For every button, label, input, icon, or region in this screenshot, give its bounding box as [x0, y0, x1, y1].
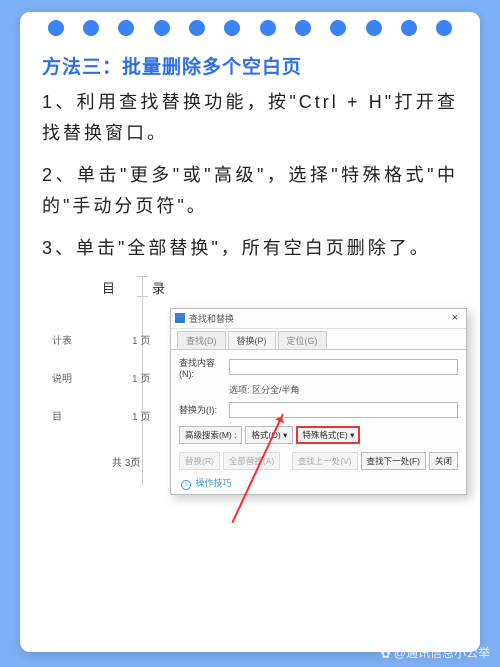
toc-row: 目1 页: [52, 408, 150, 423]
find-label: 查找内容(N):: [179, 356, 229, 379]
find-replace-dialog: 查找和替换 × 查找(D) 替换(P) 定位(G) 查找内容(N): 选项: 区…: [170, 308, 467, 495]
hint-text[interactable]: 操作技巧: [196, 478, 232, 488]
step-3: 3、单击"全部替换"，所有空白页删除了。: [42, 233, 458, 264]
document-preview: 目 录 计表1 页 说明1 页 目1 页 共 3页 查找和替换 × 查找(D): [42, 276, 458, 526]
watermark: ✿@通讯信息小公举: [381, 644, 490, 661]
info-icon: i: [181, 480, 191, 490]
paw-icon: ✿: [381, 647, 391, 661]
find-input[interactable]: [229, 359, 458, 375]
step-1: 1、利用查找替换功能，按"Ctrl + H"打开查找替换窗口。: [42, 87, 458, 148]
section-title: 方法三：批量删除多个空白页: [42, 52, 458, 79]
replace-button[interactable]: 替换(R): [179, 452, 220, 470]
options-value: 区分全/半角: [252, 385, 300, 395]
dialog-title: 查找和替换: [189, 312, 234, 325]
dialog-icon: [175, 313, 185, 323]
replace-all-button[interactable]: 全部替换(A): [223, 452, 280, 470]
tab-replace[interactable]: 替换(P): [228, 331, 276, 349]
find-prev-button[interactable]: 查找上一处(V): [292, 452, 358, 470]
toc-heading: 目 录: [102, 278, 177, 297]
close-icon[interactable]: ×: [448, 312, 462, 324]
dialog-tabs: 查找(D) 替换(P) 定位(G): [171, 329, 466, 349]
special-format-button[interactable]: 特殊格式(E) ▾: [296, 426, 360, 444]
options-label: 选项:: [229, 385, 250, 395]
replace-input[interactable]: [229, 402, 458, 418]
advanced-search-button[interactable]: 高级搜索(M) :: [179, 426, 242, 444]
step-2: 2、单击"更多"或"高级"，选择"特殊格式"中的"手动分页符"。: [42, 160, 458, 221]
find-next-button[interactable]: 查找下一处(F): [361, 452, 426, 470]
toc-total: 共 3页: [112, 454, 140, 469]
tab-goto[interactable]: 定位(G): [278, 331, 327, 349]
note-card: 方法三：批量删除多个空白页 1、利用查找替换功能，按"Ctrl + H"打开查找…: [20, 12, 480, 652]
tab-find[interactable]: 查找(D): [177, 331, 226, 349]
replace-label: 替换为(I):: [179, 403, 229, 416]
toc-row: 计表1 页: [52, 332, 150, 347]
toc-row: 说明1 页: [52, 370, 150, 385]
binding-holes: [20, 12, 480, 36]
close-button[interactable]: 关闭: [429, 452, 458, 470]
